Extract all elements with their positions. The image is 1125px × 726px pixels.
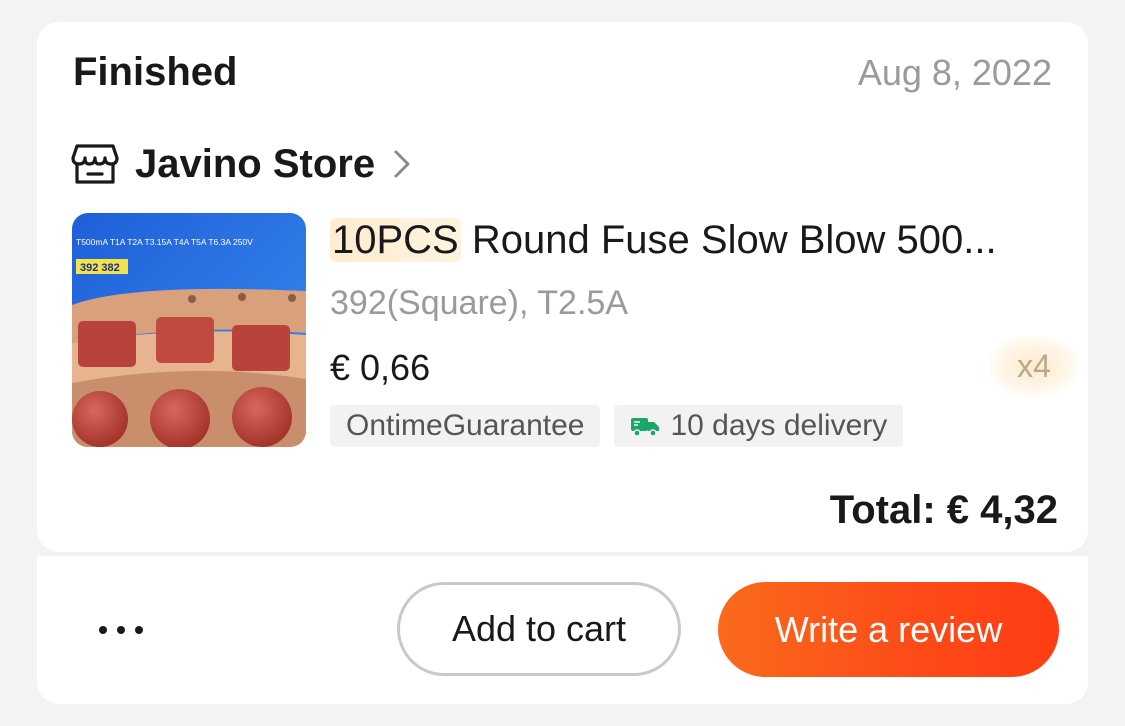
chevron-right-icon [394,150,410,178]
write-review-button[interactable]: Write a review [718,582,1059,677]
product-variant: 392(Square), T2.5A [330,284,628,322]
store-link[interactable]: Javino Store [71,140,413,188]
tag-label: OntimeGuarantee [346,409,585,442]
more-button[interactable] [89,610,153,650]
title-text: Round Fuse Slow Blow 500... [460,218,997,262]
product-image[interactable]: T500mA T1A T2A T3.15A T4A T5A T6.3A 250V… [72,213,306,447]
product-quantity: x4 [990,336,1078,396]
title-highlight: 10PCS [330,218,461,262]
ontime-guarantee-tag: OntimeGuarantee [330,405,601,447]
order-status: Finished [73,50,238,94]
more-dots-icon [117,626,125,634]
store-name: Javino Store [135,141,376,186]
more-dots-icon [99,626,107,634]
product-title[interactable]: 10PCS Round Fuse Slow Blow 500... [330,218,1030,263]
store-icon [71,144,119,184]
order-total: Total: € 4,32 [829,488,1058,532]
image-model-label: 392 382 [80,262,120,274]
more-dots-icon [135,626,143,634]
order-actions: Add to cart Write a review [37,556,1088,704]
add-to-cart-button[interactable]: Add to cart [397,582,681,676]
delivery-tag: 10 days delivery [614,405,904,447]
order-date: Aug 8, 2022 [857,52,1052,93]
order-card: Finished Aug 8, 2022 Javino Store T500mA… [37,22,1088,552]
product-price: € 0,66 [330,347,431,388]
tag-label: 10 days delivery [670,409,888,442]
image-banner-text: T500mA T1A T2A T3.15A T4A T5A T6.3A 250V [76,237,253,247]
truck-icon [631,418,660,437]
product-tags: OntimeGuarantee 10 days delivery [330,405,904,447]
